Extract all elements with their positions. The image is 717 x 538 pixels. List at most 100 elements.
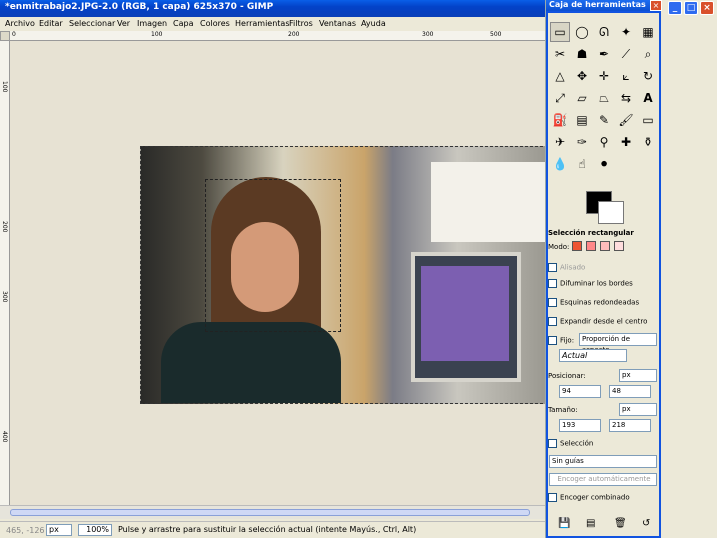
scale-icon[interactable]: ⤢ <box>550 88 570 108</box>
shrink-merged-checkbox[interactable] <box>548 493 557 502</box>
fixed-mode-select[interactable]: Proporción de aspecto <box>579 333 657 354</box>
ruler-tick: 500 <box>490 31 502 38</box>
vertical-ruler[interactable]: 100 200 300 400 <box>0 41 10 505</box>
menu-imagen[interactable]: Imagen <box>137 19 167 28</box>
expand-option[interactable]: Expandir desde el centro <box>548 317 647 326</box>
measure-icon[interactable]: △ <box>550 66 570 86</box>
antialias-checkbox[interactable] <box>548 263 557 272</box>
ellipse-select-icon[interactable]: ◯ <box>572 22 592 42</box>
menu-filtros[interactable]: Filtros <box>289 19 313 28</box>
mode-intersect-icon[interactable] <box>614 241 624 251</box>
clone-icon[interactable]: ⚲ <box>594 132 614 152</box>
image-canvas[interactable] <box>10 41 548 505</box>
save-options-icon[interactable]: 💾 <box>558 518 570 529</box>
background-color[interactable] <box>598 201 624 224</box>
ruler-tick: 0 <box>12 31 16 38</box>
menu-herramientas[interactable]: Herramientas <box>235 19 290 28</box>
color-picker-icon[interactable]: ⟋ <box>616 44 636 64</box>
perspective-clone-icon[interactable]: ⚱ <box>638 132 658 152</box>
paintbrush-icon[interactable]: 🖌 <box>616 110 636 130</box>
bucket-fill-icon[interactable]: ⛽ <box>550 110 570 130</box>
unit-select[interactable]: px <box>46 524 72 536</box>
mode-replace-icon[interactable] <box>572 241 582 251</box>
paths-icon[interactable]: ✒ <box>594 44 614 64</box>
rotate-icon[interactable]: ↻ <box>638 66 658 86</box>
menu-ayuda[interactable]: Ayuda <box>361 19 386 28</box>
rounded-checkbox[interactable] <box>548 298 557 307</box>
position-y-input[interactable]: 48 <box>609 385 651 398</box>
monitor-screen <box>421 266 509 361</box>
free-select-icon[interactable]: ᘏ <box>594 22 614 42</box>
shear-icon[interactable]: ▱ <box>572 88 592 108</box>
delete-options-icon[interactable]: 🗑 <box>614 518 627 529</box>
guides-select[interactable]: Sin guías <box>549 455 657 468</box>
toolbox-close-icon[interactable]: × <box>650 0 662 11</box>
perspective-icon[interactable]: ⏢ <box>594 88 614 108</box>
printer <box>431 162 547 242</box>
menu-ver[interactable]: Ver <box>117 19 130 28</box>
highlight-checkbox[interactable] <box>548 439 557 448</box>
maximize-icon[interactable]: □ <box>684 1 698 15</box>
reset-options-icon[interactable]: ↺ <box>642 518 650 529</box>
menu-ventanas[interactable]: Ventanas <box>319 19 356 28</box>
flip-icon[interactable]: ⇆ <box>616 88 636 108</box>
close-icon[interactable]: × <box>700 1 714 15</box>
blend-icon[interactable]: ▤ <box>572 110 592 130</box>
dodge-icon[interactable]: ⚫ <box>594 154 614 174</box>
minimize-icon[interactable]: _ <box>668 1 682 15</box>
menu-seleccionar[interactable]: Seleccionar <box>69 19 115 28</box>
blur-icon[interactable]: 💧 <box>550 154 570 174</box>
size-unit-select[interactable]: px <box>619 403 657 416</box>
rectangle-selection[interactable] <box>205 179 341 332</box>
eraser-icon[interactable]: ▭ <box>638 110 658 130</box>
heal-icon[interactable]: ✚ <box>616 132 636 152</box>
status-bar: 465, -126 px 100% Pulse y arrastre para … <box>0 521 545 538</box>
feather-option[interactable]: Difuminar los bordes <box>548 279 633 288</box>
fixed-checkbox[interactable] <box>548 336 557 345</box>
shrink-merged-option[interactable]: Encoger combinado <box>548 493 630 502</box>
scroll-thumb[interactable] <box>10 509 530 516</box>
scissors-icon[interactable]: ✂ <box>550 44 570 64</box>
image-layer[interactable] <box>140 146 548 404</box>
mode-subtract-icon[interactable] <box>600 241 610 251</box>
pencil-icon[interactable]: ✎ <box>594 110 614 130</box>
feather-checkbox[interactable] <box>548 279 557 288</box>
rounded-option[interactable]: Esquinas redondeadas <box>548 298 639 307</box>
move-icon[interactable]: ✥ <box>572 66 592 86</box>
color-select-icon[interactable]: ▦ <box>638 22 658 42</box>
position-x-input[interactable]: 94 <box>559 385 601 398</box>
align-icon[interactable]: ✛ <box>594 66 614 86</box>
current-field[interactable]: Actual <box>559 349 627 362</box>
right-panel-strip <box>662 0 717 538</box>
menu-archivo[interactable]: Archivo <box>5 19 35 28</box>
position-unit-select[interactable]: px <box>619 369 657 382</box>
rect-select-icon[interactable]: ▭ <box>550 22 570 42</box>
zoom-select[interactable]: 100% <box>78 524 112 536</box>
ruler-tick: 400 <box>1 431 8 443</box>
foreground-select-icon[interactable]: ☗ <box>572 44 592 64</box>
ink-icon[interactable]: ✑ <box>572 132 592 152</box>
antialias-option[interactable]: Alisado <box>548 263 585 272</box>
size-width-input[interactable]: 193 <box>559 419 601 432</box>
smudge-icon[interactable]: ☝ <box>572 154 592 174</box>
menu-editar[interactable]: Editar <box>39 19 63 28</box>
fuzzy-select-icon[interactable]: ✦ <box>616 22 636 42</box>
horizontal-ruler[interactable]: 0 100 200 300 500 <box>10 31 545 41</box>
auto-shrink-button[interactable]: Encoger automáticamente <box>549 473 657 486</box>
ruler-tick: 100 <box>151 31 163 38</box>
text-icon[interactable]: A <box>638 88 658 108</box>
mode-add-icon[interactable] <box>586 241 596 251</box>
size-height-input[interactable]: 218 <box>609 419 651 432</box>
menu-capa[interactable]: Capa <box>173 19 193 28</box>
restore-options-icon[interactable]: ▤ <box>586 518 595 529</box>
zoom-icon[interactable]: ⌕ <box>638 44 658 64</box>
ruler-corner[interactable] <box>0 31 10 41</box>
horizontal-scrollbar[interactable] <box>0 505 545 519</box>
fixed-option[interactable]: Fijo: <box>548 336 574 345</box>
highlight-option[interactable]: Selección <box>548 439 593 448</box>
expand-checkbox[interactable] <box>548 317 557 326</box>
airbrush-icon[interactable]: ✈ <box>550 132 570 152</box>
menu-colores[interactable]: Colores <box>200 19 230 28</box>
crop-icon[interactable]: ⟀ <box>616 66 636 86</box>
size-label: Tamaño: <box>548 406 578 414</box>
